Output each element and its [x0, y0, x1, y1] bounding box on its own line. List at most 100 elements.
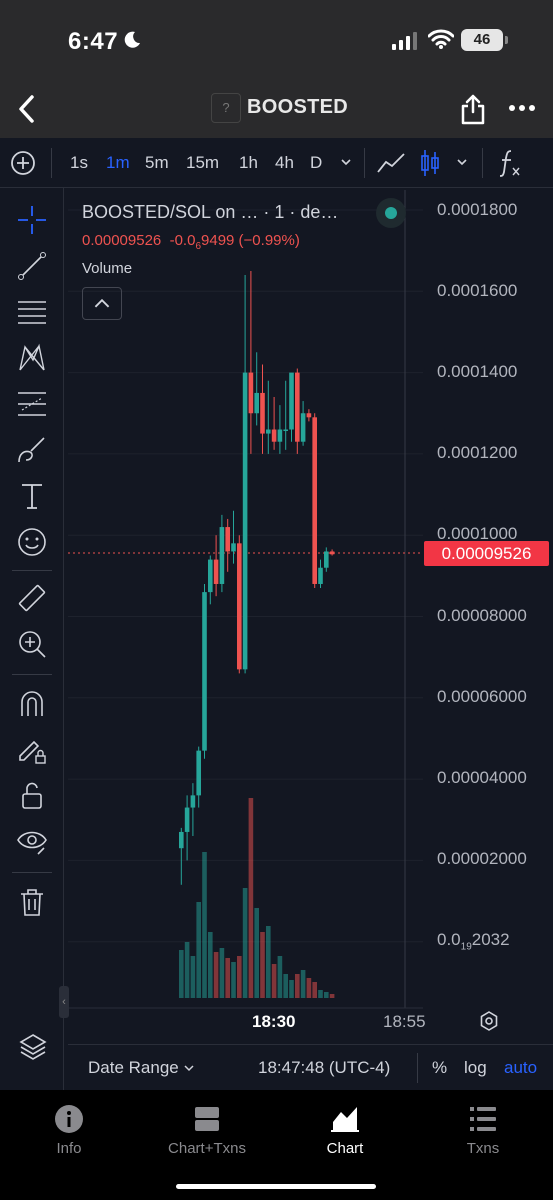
volume-bar: [248, 798, 254, 998]
candle-body: [289, 372, 294, 430]
date-range-button[interactable]: Date Range: [88, 1058, 195, 1078]
current-price-tag: 0.00009526: [424, 541, 549, 566]
interval-1d[interactable]: D: [310, 153, 322, 173]
token-logo: ?: [211, 93, 241, 123]
indicators-icon[interactable]: [497, 148, 523, 178]
volume-bar: [295, 974, 300, 998]
toolbar-divider: [482, 148, 483, 178]
volume-bar: [271, 964, 277, 998]
text-icon[interactable]: [16, 480, 48, 512]
page-title: BOOSTED: [247, 96, 348, 118]
chevron-down-icon[interactable]: [456, 156, 468, 168]
volume-bar: [318, 990, 323, 998]
price-axis-label: 0.0001800: [437, 200, 518, 219]
volume-bar: [329, 994, 335, 998]
volume-bar: [300, 970, 306, 998]
interval-15m[interactable]: 15m: [186, 153, 219, 173]
legend-price: 0.00009526: [82, 232, 162, 249]
candle-body: [283, 429, 288, 432]
volume-bar: [179, 950, 184, 998]
legend-collapse-button[interactable]: [82, 287, 122, 320]
chart-bottom-bar: Date Range 18:47:48 (UTC-4) % log auto: [68, 1044, 553, 1090]
candle-body: [190, 795, 196, 808]
legend-change-suffix: 9499 (−0.99%): [201, 232, 300, 249]
time-axis-label-main: 18:30: [252, 1012, 296, 1031]
battery-indicator: 46: [461, 29, 508, 51]
date-range-label: Date Range: [88, 1058, 179, 1077]
candle-body: [306, 413, 312, 418]
tab-label: Chart+Txns: [168, 1140, 246, 1157]
candle-body: [179, 831, 184, 849]
legend-symbol-title[interactable]: BOOSTED/SOL on … · 1 · de…: [82, 202, 338, 223]
candle-body: [254, 392, 259, 414]
wifi-icon: [428, 29, 454, 49]
trend-line-icon[interactable]: [16, 250, 48, 282]
price-axis-label: 0.0001200: [437, 443, 518, 462]
candle-body: [329, 551, 335, 555]
emoji-icon[interactable]: [16, 526, 48, 558]
candle-body: [219, 527, 225, 584]
interval-1h[interactable]: 1h: [239, 153, 258, 173]
layers-icon[interactable]: [18, 1032, 48, 1062]
interval-4h[interactable]: 4h: [275, 153, 294, 173]
pattern-icon[interactable]: [16, 342, 48, 374]
brush-icon[interactable]: [16, 434, 48, 466]
volume-bar: [202, 852, 207, 998]
chevron-down-icon[interactable]: [340, 156, 352, 168]
interval-5m[interactable]: 5m: [145, 153, 169, 173]
forecast-icon[interactable]: [16, 388, 48, 420]
legend-price-change: 0.00009526 -0.069499 (−0.99%): [82, 232, 300, 252]
tab-chart-txns[interactable]: Chart+Txns: [138, 1104, 276, 1164]
list-icon: [470, 1107, 496, 1131]
line-chart-type-icon[interactable]: [376, 150, 406, 176]
timezone-clock[interactable]: 18:47:48 (UTC-4): [258, 1058, 390, 1078]
toolbar-divider: [12, 674, 52, 675]
chart-icon: [331, 1107, 359, 1132]
candle-series: [179, 270, 335, 885]
price-axis-label: 0.00008000: [437, 606, 527, 625]
tab-chart[interactable]: Chart: [276, 1104, 414, 1164]
market-status-dot[interactable]: [376, 198, 406, 228]
volume-bar: [266, 926, 271, 998]
legend-change-prefix: -0.0: [169, 232, 196, 249]
candle-body: [312, 417, 317, 584]
fib-retracement-icon[interactable]: [16, 296, 48, 328]
candle-body: [213, 559, 219, 584]
tab-info[interactable]: Info: [0, 1104, 138, 1164]
volume-bar: [306, 978, 312, 998]
candle-body: [295, 372, 300, 442]
candle-body: [248, 372, 254, 414]
candles-chart-type-icon[interactable]: [420, 148, 440, 178]
back-button[interactable]: [12, 92, 42, 126]
interval-1m[interactable]: 1m: [106, 153, 130, 173]
volume-bar: [237, 956, 242, 998]
interval-1s[interactable]: 1s: [70, 153, 88, 173]
candle-body: [202, 592, 207, 751]
zoom-in-icon[interactable]: [16, 628, 48, 660]
volume-bar: [324, 992, 329, 998]
tab-txns[interactable]: Txns: [414, 1104, 552, 1164]
chevron-down-icon: [184, 1065, 194, 1072]
lock-drawing-icon[interactable]: [16, 734, 48, 766]
tab-label: Chart: [326, 1140, 364, 1157]
add-symbol-icon[interactable]: [10, 150, 36, 176]
candle-body: [271, 429, 277, 442]
percent-scale-button[interactable]: %: [432, 1058, 447, 1078]
trash-icon[interactable]: [16, 886, 48, 918]
price-axis-label: 0.00006000: [437, 687, 527, 706]
crosshair-icon[interactable]: [16, 204, 48, 236]
magnet-icon[interactable]: [16, 688, 48, 720]
ruler-icon[interactable]: [16, 582, 48, 614]
volume-bar: [213, 952, 219, 998]
unlock-icon[interactable]: [16, 780, 48, 812]
price-axis-label: 0.00002000: [437, 849, 527, 868]
toolbar-divider: [51, 148, 52, 178]
log-scale-button[interactable]: log: [464, 1058, 487, 1078]
price-last-sub: 19: [460, 941, 472, 953]
eye-icon[interactable]: [16, 826, 48, 858]
auto-scale-button[interactable]: auto: [504, 1058, 537, 1078]
volume-bar: [190, 956, 196, 998]
more-options-button[interactable]: [508, 98, 536, 118]
share-button[interactable]: [460, 92, 486, 126]
chart-settings-icon[interactable]: [478, 1010, 500, 1032]
